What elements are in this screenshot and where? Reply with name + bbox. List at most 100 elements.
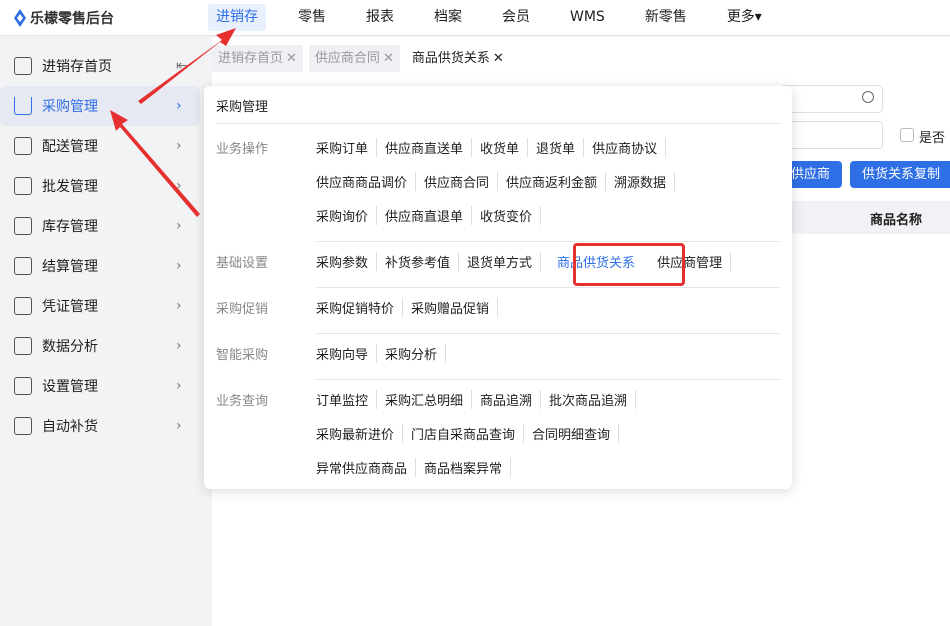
chevron-right-icon[interactable]: › [176,338,182,354]
menu-item[interactable]: 溯源数据 [614,172,676,191]
server-icon [14,177,32,195]
menu-item[interactable]: 采购最新进价 [316,424,404,443]
highlight-box [573,243,685,286]
settings-icon [14,377,32,395]
copy-supply-relation-button[interactable]: 供货关系复制 [850,161,950,188]
menu-item[interactable]: 合同明细查询 [532,424,620,443]
menu-item[interactable]: 采购订单 [316,138,378,157]
nav-item-7[interactable]: 更多▾ [719,4,770,31]
logo: 乐檬零售后台 [14,8,114,28]
purchase-menu-dropdown: 采购管理 业务操作 采购订单 供应商直送单 收货单 退货单 供应商协议 供应商商品调价 供应商… [204,86,792,489]
table-header [780,201,950,234]
sidebar-item-0[interactable]: 进销存首页 ⇤ [0,46,200,86]
sidebar-item-1[interactable]: 采购管理 › [0,86,200,126]
chevron-right-icon[interactable]: › [176,98,182,114]
close-icon[interactable]: ✕ [493,51,504,66]
menu-item[interactable]: 采购赠品促销 [411,298,499,317]
menu-section-label: 业务操作 [216,142,269,157]
nav-item-4[interactable]: 会员 [494,4,538,31]
menu-row: 采购订单 供应商直送单 收货单 退货单 供应商协议 [316,138,674,157]
chevron-right-icon[interactable]: › [176,418,182,434]
sidebar-item-3[interactable]: 批发管理 › [0,166,200,206]
tab-0[interactable]: 进销存首页 ✕ [212,45,303,72]
menu-item[interactable]: 补货参考值 [385,252,460,271]
menu-item[interactable]: 商品档案异常 [424,458,512,477]
menu-item[interactable]: 供应商商品调价 [316,172,417,191]
sidebar-item-5[interactable]: 结算管理 › [0,246,200,286]
menu-item[interactable]: 商品追溯 [480,390,542,409]
filter-input[interactable] [780,121,883,149]
search-icon[interactable] [862,91,874,103]
filter-checkbox[interactable] [900,128,914,142]
nav-item-3[interactable]: 档案 [426,4,470,31]
menu-item[interactable]: 订单监控 [316,390,378,409]
menu-item[interactable]: 异常供应商商品 [316,458,417,477]
divider [216,123,780,124]
menu-row: 供应商商品调价 供应商合同 供应商返利金额 溯源数据 [316,172,683,191]
nav-item-2[interactable]: 报表 [358,4,402,31]
menu-item[interactable]: 采购汇总明细 [385,390,473,409]
sidebar-item-7[interactable]: 数据分析 › [0,326,200,366]
menu-item[interactable]: 退货单方式 [467,252,542,271]
sidebar-item-label: 库存管理 [42,219,98,235]
menu-item[interactable]: 收货变价 [480,206,542,225]
sidebar-item-2[interactable]: 配送管理 › [0,126,200,166]
sidebar-item-4[interactable]: 库存管理 › [0,206,200,246]
sidebar-item-9[interactable]: 自动补货 › [0,406,200,446]
menu-section-label: 基础设置 [216,256,269,271]
menu-item[interactable]: 采购分析 [385,344,447,363]
menu-item[interactable]: 供应商协议 [592,138,667,157]
menu-item[interactable]: 批次商品追溯 [549,390,637,409]
tab-label: 商品供货关系 [411,51,490,66]
menu-item[interactable]: 供应商直送单 [385,138,473,157]
menu-item[interactable]: 退货单 [536,138,585,157]
menu-item[interactable]: 供应商直退单 [385,206,473,225]
menu-item[interactable]: 采购参数 [316,252,378,271]
collapse-icon[interactable]: ⇤ [176,58,188,74]
menu-item[interactable]: 采购向导 [316,344,378,363]
chevron-right-icon[interactable]: › [176,218,182,234]
tab-2[interactable]: 商品供货关系 ✕ [405,45,510,72]
app-title: 乐檬零售后台 [30,11,114,27]
replenish-icon [14,417,32,435]
menu-item[interactable]: 门店自采商品查询 [411,424,525,443]
menu-row: 采购促销特价 采购赠品促销 [316,298,506,317]
menu-section-label: 业务查询 [216,394,269,409]
chevron-right-icon[interactable]: › [176,378,182,394]
tab-label: 进销存首页 [218,51,284,66]
page-tabs: 进销存首页 ✕ 供应商合同 ✕ 商品供货关系 ✕ [212,45,510,72]
tab-1[interactable]: 供应商合同 ✕ [308,45,400,72]
menu-row: 异常供应商商品 商品档案异常 [316,458,519,477]
search-input[interactable] [780,85,883,113]
dollar-icon [14,257,32,275]
chevron-right-icon[interactable]: › [176,178,182,194]
cart-icon [14,97,32,115]
menu-item[interactable]: 采购询价 [316,206,378,225]
column-header-product-name[interactable]: 商品名称 [870,209,922,228]
chevron-right-icon[interactable]: › [176,258,182,274]
menu-item[interactable]: 供应商返利金额 [506,172,607,191]
nav-item-1[interactable]: 零售 [290,4,334,31]
divider [316,241,780,242]
menu-item[interactable]: 采购促销特价 [316,298,404,317]
nav-item-5[interactable]: WMS [562,4,613,31]
document-icon [14,297,32,315]
nav-item-0[interactable]: 进销存 [208,4,266,31]
divider [316,333,780,334]
chevron-right-icon[interactable]: › [176,298,182,314]
menu-item[interactable]: 收货单 [480,138,529,157]
sidebar-item-label: 采购管理 [42,99,98,115]
menu-row: 采购最新进价 门店自采商品查询 合同明细查询 [316,424,627,443]
sidebar-item-label: 凭证管理 [42,299,98,315]
close-icon[interactable]: ✕ [286,51,297,66]
menu-item[interactable]: 供应商合同 [424,172,499,191]
sidebar-item-8[interactable]: 设置管理 › [0,366,200,406]
close-icon[interactable]: ✕ [383,51,394,66]
sidebar-item-label: 配送管理 [42,139,98,155]
nav-item-6[interactable]: 新零售 [637,4,695,31]
menu-row: 订单监控 采购汇总明细 商品追溯 批次商品追溯 [316,390,644,409]
chevron-right-icon[interactable]: › [176,138,182,154]
map-icon [14,137,32,155]
sidebar-item-6[interactable]: 凭证管理 › [0,286,200,326]
box-icon [14,217,32,235]
